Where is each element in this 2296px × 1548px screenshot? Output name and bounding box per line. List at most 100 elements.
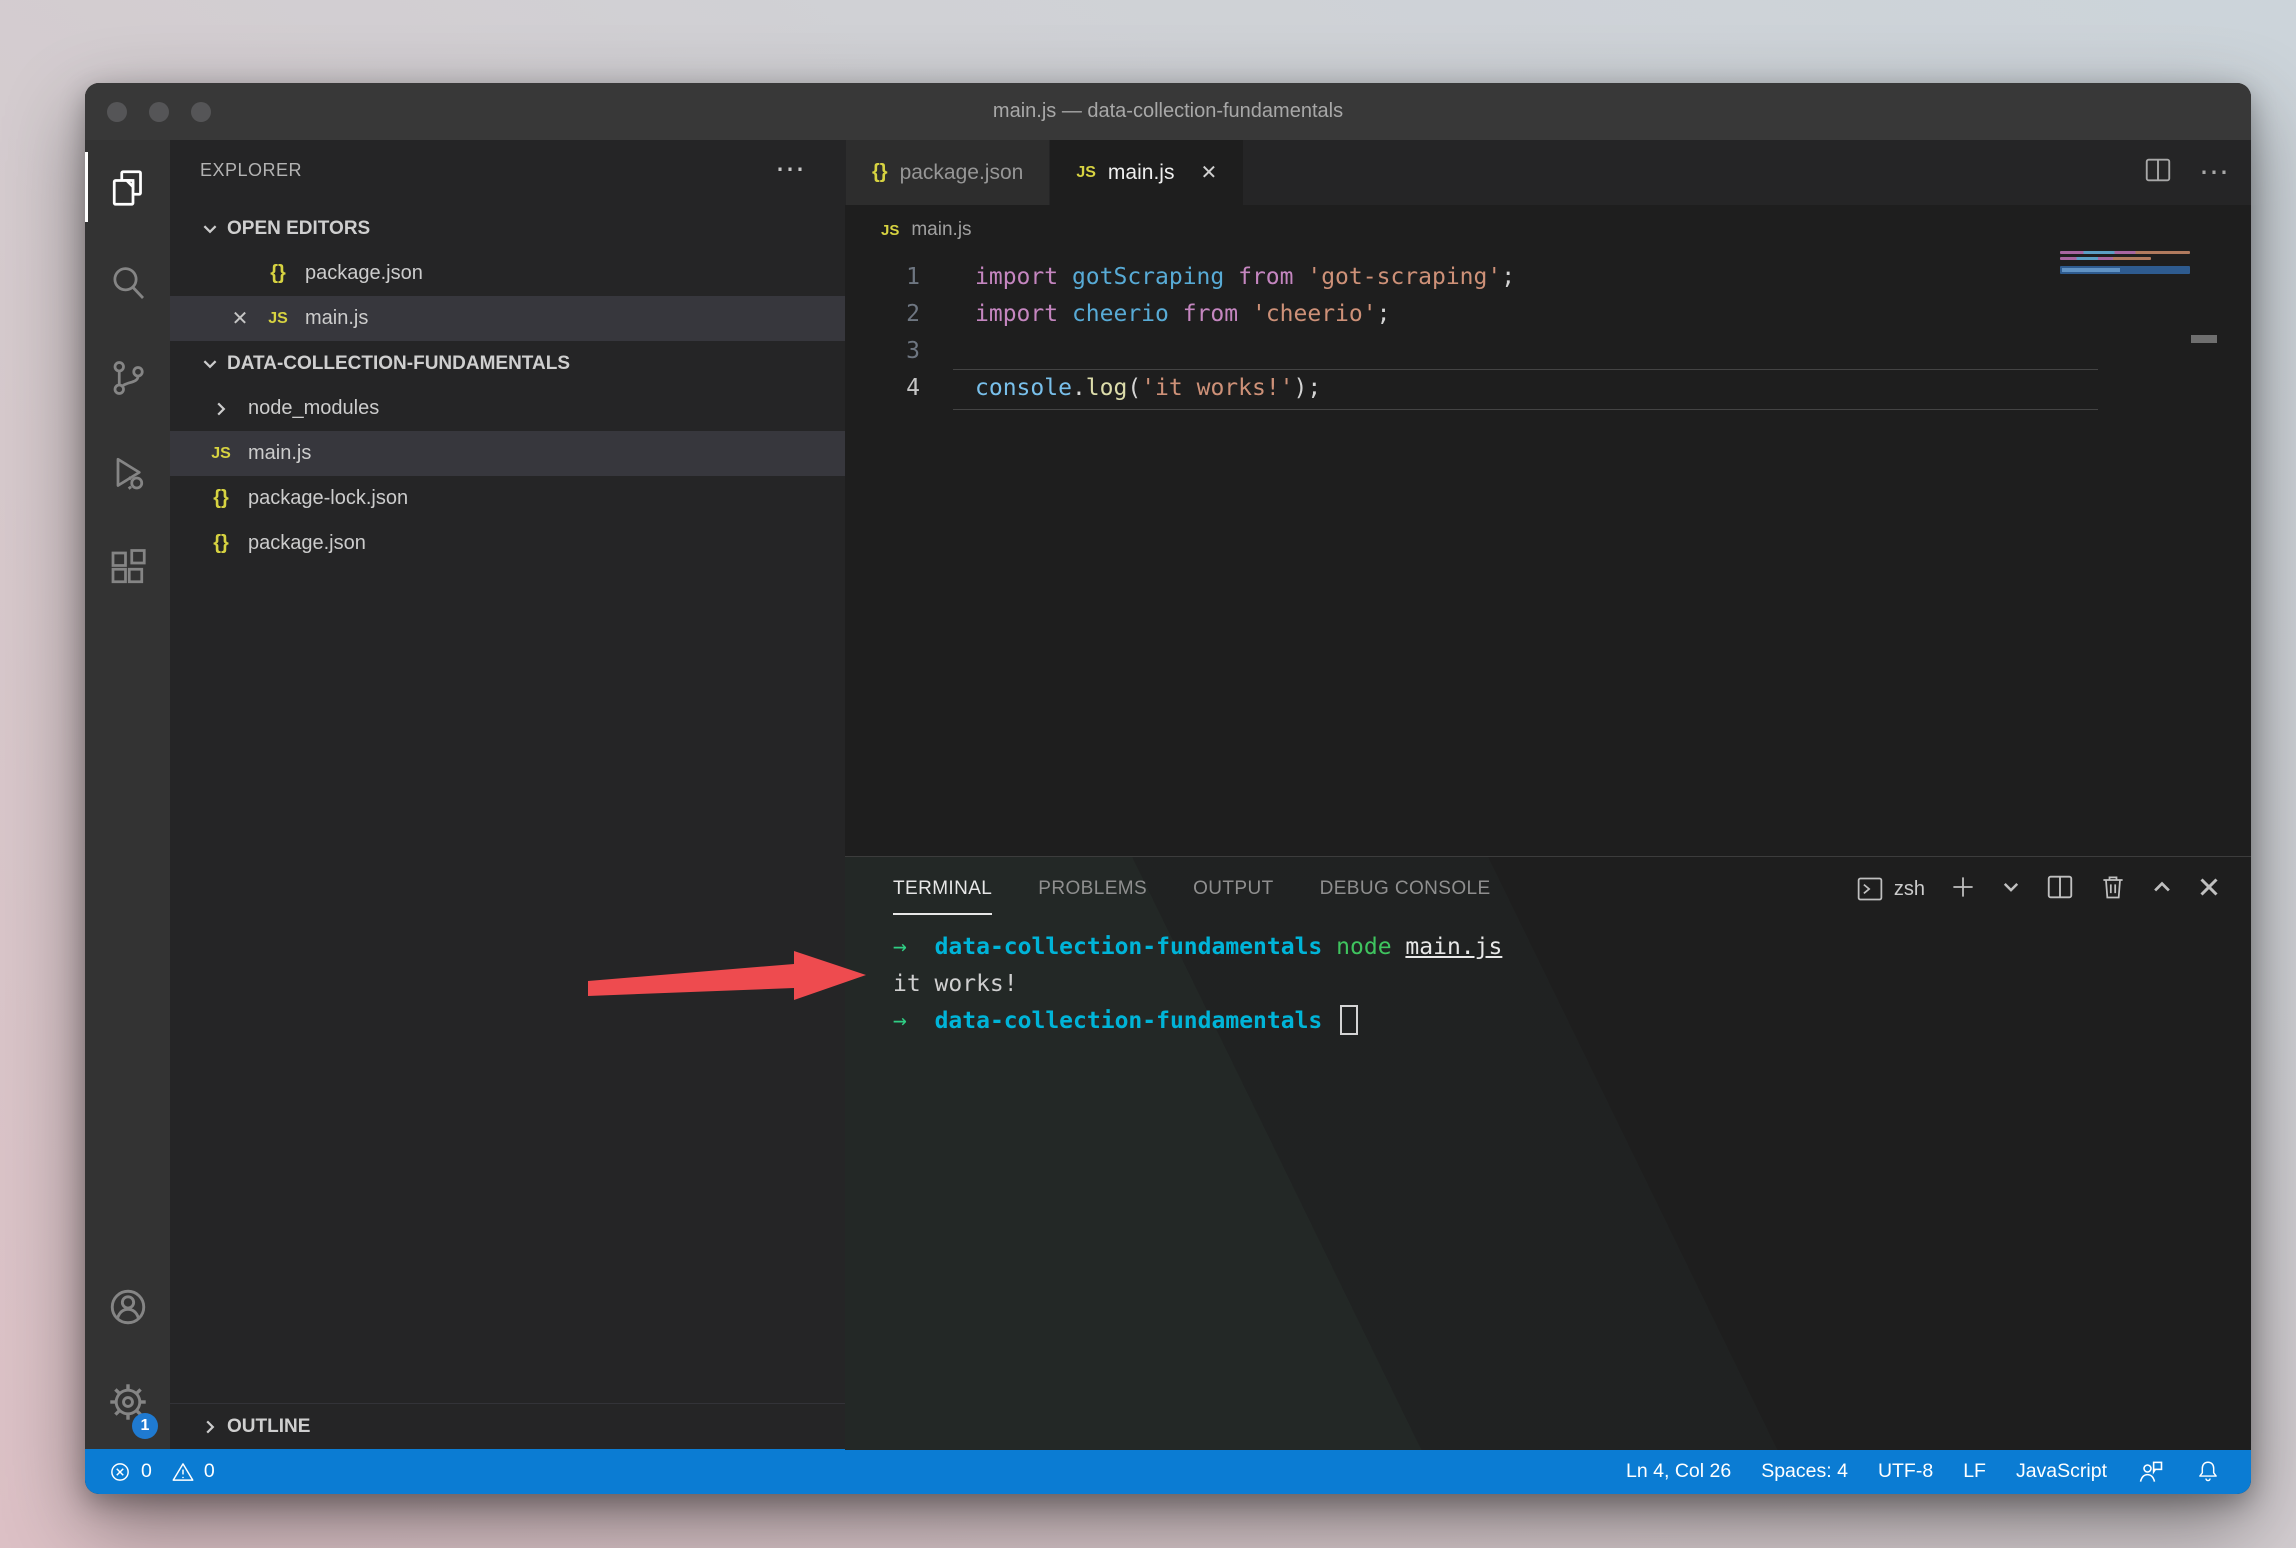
editor-more-actions-icon[interactable]: ⋯ — [2199, 168, 2229, 178]
token: 'cheerio' — [1252, 301, 1377, 327]
token: from — [1183, 301, 1252, 327]
token: main.js — [1405, 934, 1502, 960]
source-control-icon[interactable] — [85, 330, 170, 425]
split-editor-icon[interactable] — [2143, 155, 2173, 190]
breadcrumb[interactable]: JS main.js — [845, 205, 2251, 255]
minimap-current-line — [2060, 266, 2190, 274]
code-line: 1 import gotScraping from 'got-scraping'… — [845, 259, 2251, 296]
extensions-icon[interactable] — [85, 520, 170, 615]
feedback-icon[interactable] — [2137, 1458, 2165, 1486]
token — [1392, 934, 1406, 960]
kill-terminal-trash-icon[interactable] — [2099, 873, 2127, 906]
js-file-icon: JS — [1076, 164, 1096, 182]
new-terminal-icon[interactable] — [1949, 873, 1977, 906]
settings-gear-icon[interactable]: 1 — [85, 1354, 170, 1449]
current-line-highlight — [953, 369, 2098, 410]
close-tab-icon[interactable]: ✕ — [1200, 160, 1217, 185]
js-file-icon: JS — [881, 222, 899, 239]
chevron-right-icon — [195, 1418, 225, 1436]
shell-selector[interactable]: zsh — [1856, 875, 1925, 903]
warnings-icon — [170, 1459, 196, 1485]
token: → — [893, 934, 907, 960]
chevron-down-icon — [195, 220, 225, 238]
token: data-collection-fundamentals — [935, 934, 1323, 960]
explorer-more-actions-icon[interactable]: ⋯ — [775, 165, 805, 175]
editor-group: {} package.json JS main.js ✕ ⋯ JS main. — [845, 140, 2251, 1449]
tab-package-json[interactable]: {} package.json — [846, 140, 1049, 205]
terminal-output[interactable]: → data-collection-fundamentals node main… — [845, 921, 2251, 1040]
tab-debug-console[interactable]: DEBUG CONSOLE — [1320, 857, 1491, 921]
close-editor-icon[interactable]: ✕ — [225, 306, 255, 331]
folder-section-header[interactable]: DATA-COLLECTION-FUNDAMENTALS — [170, 341, 845, 386]
open-editors-section-header[interactable]: OPEN EDITORS — [170, 206, 845, 251]
tab-main-js[interactable]: JS main.js ✕ — [1050, 140, 1243, 205]
problems-status[interactable]: 0 0 — [107, 1459, 215, 1485]
token: import — [975, 264, 1072, 290]
eol-status[interactable]: LF — [1963, 1460, 1986, 1483]
panel-header: TERMINAL PROBLEMS OUTPUT DEBUG CONSOLE z… — [845, 857, 2251, 921]
cursor-position-status[interactable]: Ln 4, Col 26 — [1626, 1460, 1731, 1483]
tab-output[interactable]: OUTPUT — [1193, 857, 1274, 921]
open-editor-main-js[interactable]: ✕ JS main.js — [170, 296, 845, 341]
token: node — [1336, 934, 1391, 960]
code-editor[interactable]: 1 import gotScraping from 'got-scraping'… — [845, 255, 2251, 856]
activity-bar: 1 — [85, 140, 170, 1449]
run-and-debug-icon[interactable] — [85, 425, 170, 520]
json-file-icon: {} — [206, 532, 236, 555]
open-editor-package-json[interactable]: {} package.json — [170, 251, 845, 296]
code-line: 2 import cheerio from 'cheerio'; — [845, 296, 2251, 333]
chevron-down-icon — [195, 355, 225, 373]
tab-problems[interactable]: PROBLEMS — [1038, 857, 1147, 921]
titlebar[interactable]: main.js — data-collection-fundamentals — [85, 83, 2251, 140]
terminal-line: it works! — [893, 966, 2251, 1003]
tree-item-main-js[interactable]: JS main.js — [170, 431, 845, 476]
explorer-icon[interactable] — [85, 140, 170, 235]
token — [907, 934, 935, 960]
token: from — [1238, 264, 1307, 290]
terminal-line: → data-collection-fundamentals node main… — [893, 929, 2251, 966]
token — [1322, 1008, 1336, 1034]
explorer-title: EXPLORER — [200, 160, 302, 181]
tree-item-node-modules[interactable]: node_modules — [170, 386, 845, 431]
token: data-collection-fundamentals — [935, 1008, 1323, 1034]
terminal-dropdown-chevron-icon[interactable] — [2001, 877, 2021, 902]
token: ; — [1501, 264, 1515, 290]
token: cheerio — [1072, 301, 1183, 327]
vscode-window: main.js — data-collection-fundamentals — [85, 83, 2251, 1494]
editor-tab-bar: {} package.json JS main.js ✕ ⋯ — [845, 140, 2251, 205]
terminal-panel: TERMINAL PROBLEMS OUTPUT DEBUG CONSOLE z… — [845, 856, 2251, 1450]
active-view-indicator — [85, 152, 88, 222]
errors-icon — [107, 1459, 133, 1485]
token: ; — [1377, 301, 1391, 327]
token — [907, 1008, 935, 1034]
encoding-status[interactable]: UTF-8 — [1878, 1460, 1933, 1483]
json-file-icon: {} — [263, 262, 293, 285]
token: import — [975, 301, 1072, 327]
search-icon[interactable] — [85, 235, 170, 330]
token — [1340, 1005, 1358, 1035]
notifications-bell-icon[interactable] — [2195, 1459, 2221, 1485]
minimap[interactable] — [2060, 251, 2190, 371]
tree-item-package-json[interactable]: {} package.json — [170, 521, 845, 566]
outline-section-header[interactable]: OUTLINE — [170, 1403, 845, 1449]
minimap-line — [2060, 251, 2190, 254]
language-mode-status[interactable]: JavaScript — [2016, 1460, 2107, 1483]
explorer-sidebar: EXPLORER ⋯ OPEN EDITORS {} package.json … — [170, 140, 845, 1449]
code-line: 3 — [845, 333, 2251, 370]
minimap-line — [2060, 257, 2151, 260]
js-file-icon: JS — [206, 445, 236, 463]
token: it works! — [893, 971, 1018, 997]
indentation-status[interactable]: Spaces: 4 — [1761, 1460, 1848, 1483]
tab-terminal[interactable]: TERMINAL — [893, 857, 992, 921]
maximize-panel-chevron-icon[interactable] — [2151, 876, 2173, 903]
json-file-icon: {} — [206, 487, 236, 510]
terminal-line: → data-collection-fundamentals — [893, 1003, 2251, 1040]
token: → — [893, 1008, 907, 1034]
accounts-icon[interactable] — [85, 1259, 170, 1354]
split-terminal-icon[interactable] — [2045, 872, 2075, 907]
scrollbar-handle[interactable] — [2191, 335, 2217, 343]
close-panel-icon[interactable] — [2197, 875, 2221, 904]
token — [1322, 934, 1336, 960]
tree-item-package-lock-json[interactable]: {} package-lock.json — [170, 476, 845, 521]
window-title: main.js — data-collection-fundamentals — [85, 100, 2251, 123]
